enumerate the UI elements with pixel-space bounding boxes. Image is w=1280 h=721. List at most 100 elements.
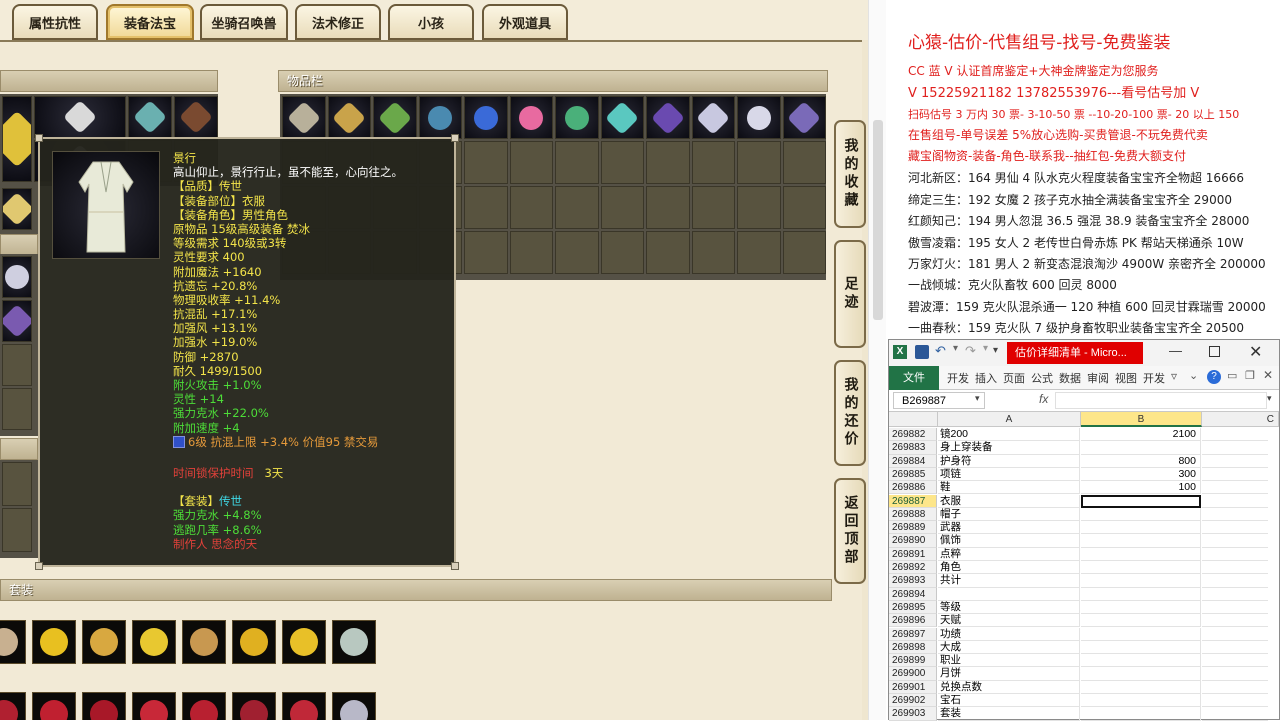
tab-mounts-pets[interactable]: 坐骑召唤兽 [200,4,288,40]
row-number[interactable]: 269899 [889,654,937,668]
set-item[interactable] [0,692,26,720]
row-number[interactable]: 269898 [889,640,937,655]
equip-slot[interactable] [2,508,32,552]
row-number[interactable]: 269892 [889,561,937,575]
cell-a[interactable]: 项链 [938,467,1080,482]
inventory-slot[interactable] [509,231,553,274]
inventory-item[interactable] [464,96,508,139]
set-item[interactable] [82,692,126,720]
cell-a[interactable]: 武器 [938,521,1080,535]
name-box[interactable]: B269887 [893,392,985,409]
cell-a[interactable]: 职业 [938,654,1080,668]
set-item[interactable] [132,620,176,664]
cell-a[interactable]: 宝石 [938,694,1080,708]
row-number[interactable]: 269889 [889,521,937,535]
ribbon-tab[interactable]: 页面 [1003,370,1025,388]
equip-slot[interactable] [34,96,126,138]
inventory-item[interactable] [691,96,735,139]
select-all-corner[interactable] [889,412,938,427]
ribbon-close-icon[interactable]: ✕ [1263,368,1273,382]
footprint-button[interactable]: 足迹 [834,240,866,348]
inventory-slot[interactable] [782,186,826,229]
formula-expand-icon[interactable]: ▾ [1267,393,1272,404]
redo-dropdown-icon[interactable]: ▾ [983,343,988,354]
inventory-item[interactable] [737,96,781,139]
cell-c[interactable] [1202,508,1268,522]
equip-slot[interactable] [2,388,32,430]
ribbon-restore-icon[interactable]: ❐ [1245,369,1255,382]
page-scrollbar[interactable] [868,0,886,720]
inventory-slot[interactable] [691,186,735,229]
row-number[interactable]: 269883 [889,441,937,455]
cell-b[interactable]: 300 [1081,467,1201,482]
inventory-item[interactable] [373,96,417,139]
row-number[interactable]: 269886 [889,481,937,495]
row-number[interactable]: 269897 [889,627,937,641]
ribbon-minimize-icon[interactable]: ▭ [1227,369,1237,382]
cell-c[interactable] [1202,481,1268,495]
inventory-slot[interactable] [600,231,644,274]
inventory-slot[interactable] [737,231,781,274]
cell-a[interactable]: 共计 [938,574,1080,588]
cell-b[interactable] [1081,494,1201,508]
inventory-slot[interactable] [691,141,735,184]
cell-a[interactable]: 大成 [938,640,1080,655]
ribbon-tab[interactable]: 视图 [1115,370,1137,388]
minimize-icon[interactable]: — [1169,343,1182,358]
ribbon-tab[interactable]: 插入 [975,370,997,388]
cell-b[interactable] [1081,694,1201,708]
set-item[interactable] [282,692,326,720]
maximize-icon[interactable] [1209,346,1220,357]
cell-a[interactable]: 佩饰 [938,534,1080,548]
cell-c[interactable] [1202,561,1268,575]
cell-b[interactable] [1081,547,1201,561]
inventory-slot[interactable] [555,186,599,229]
column-header-a[interactable]: A [938,412,1081,427]
equip-slot[interactable] [2,462,32,506]
undo-dropdown-icon[interactable]: ▾ [953,343,958,354]
cell-b[interactable] [1081,587,1201,601]
tab-spell-fix[interactable]: 法术修正 [295,4,381,40]
cell-a[interactable]: 套装 [938,707,1080,721]
equip-slot[interactable] [2,300,32,342]
inventory-slot[interactable] [600,186,644,229]
cell-a[interactable]: 护身符 [938,454,1080,468]
row-number[interactable]: 269891 [889,547,937,561]
cell-c[interactable] [1202,641,1268,655]
cell-a[interactable]: 角色 [938,561,1080,575]
column-header-b[interactable]: B [1081,412,1202,427]
inventory-item[interactable] [282,96,326,139]
cell-b[interactable] [1081,614,1201,628]
inventory-slot[interactable] [464,141,508,184]
row-number[interactable]: 269885 [889,467,937,482]
cell-a[interactable]: 点粹 [938,547,1080,561]
cell-b[interactable] [1081,707,1201,721]
cell-b[interactable] [1081,441,1201,455]
inventory-item[interactable] [646,96,690,139]
row-number[interactable]: 269884 [889,454,937,468]
cell-c[interactable] [1202,601,1268,615]
row-number[interactable]: 269882 [889,428,937,442]
inventory-slot[interactable] [737,141,781,184]
cell-c[interactable] [1202,495,1268,508]
cell-a[interactable]: 鞋 [938,481,1080,495]
inventory-slot[interactable] [782,231,826,274]
column-header-c[interactable]: C [1202,412,1279,427]
set-item[interactable] [182,620,226,664]
inventory-slot[interactable] [464,231,508,274]
cell-c[interactable] [1202,667,1268,681]
cell-a[interactable]: 身上穿装备 [938,441,1080,455]
tab-children[interactable]: 小孩 [388,4,474,40]
row-number[interactable]: 269887 [889,494,937,508]
cell-c[interactable] [1202,628,1268,641]
cell-c[interactable] [1202,681,1268,694]
my-favorites-button[interactable]: 我的收藏 [834,120,866,228]
ribbon-tab[interactable]: 审阅 [1087,370,1109,388]
redo-icon[interactable]: ↷ [965,343,976,359]
inventory-slot[interactable] [555,141,599,184]
name-box-dropdown-icon[interactable]: ▾ [975,393,980,404]
inventory-slot[interactable] [509,186,553,229]
set-item[interactable] [282,620,326,664]
cell-c[interactable] [1202,521,1268,535]
row-number[interactable]: 269901 [889,680,937,694]
